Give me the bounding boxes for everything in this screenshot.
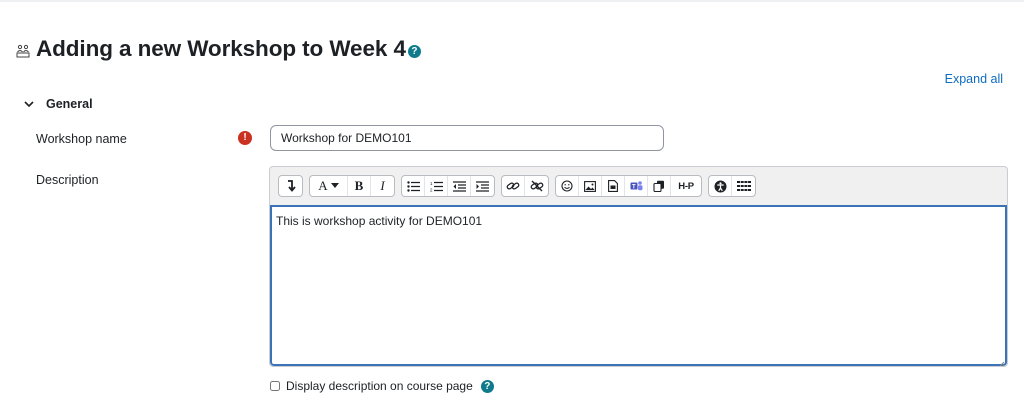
toolbar-group bbox=[278, 175, 303, 197]
page-title: Adding a new Workshop to Week 4 bbox=[36, 36, 406, 61]
image-icon[interactable] bbox=[579, 176, 602, 196]
italic-icon[interactable]: I bbox=[371, 176, 394, 196]
help-icon[interactable]: ? bbox=[407, 44, 421, 58]
font-style-label: A bbox=[318, 178, 328, 193]
h5p-icon[interactable]: H-P bbox=[671, 176, 701, 196]
indent-icon[interactable] bbox=[471, 176, 494, 196]
toolbar-group: 12 bbox=[401, 175, 495, 197]
resize-handle-icon[interactable] bbox=[997, 356, 1005, 366]
bold-label: B bbox=[354, 178, 364, 193]
section-label: General bbox=[46, 97, 93, 111]
accessibility-checker-icon[interactable] bbox=[709, 176, 732, 196]
description-textarea[interactable]: This is workshop activity for DEMO101 bbox=[270, 205, 1007, 366]
editor-toolbar: A B I 12 T H-P bbox=[270, 167, 1007, 205]
help-icon[interactable]: ? bbox=[480, 379, 494, 393]
toolbar-group: T H-P bbox=[555, 175, 702, 197]
unlink-icon[interactable] bbox=[525, 176, 548, 196]
h5p-label: H-P bbox=[678, 180, 694, 192]
unordered-list-icon[interactable] bbox=[402, 176, 425, 196]
toolbar-group: A B I bbox=[309, 175, 395, 197]
description-label: Description bbox=[36, 173, 99, 187]
bold-icon[interactable]: B bbox=[348, 176, 371, 196]
emoji-icon[interactable] bbox=[556, 176, 579, 196]
description-text: This is workshop activity for DEMO101 bbox=[276, 214, 483, 228]
required-icon: ! bbox=[238, 131, 252, 145]
workshop-activity-icon bbox=[16, 44, 30, 58]
svg-text:1: 1 bbox=[430, 181, 433, 186]
teams-icon[interactable]: T bbox=[625, 176, 648, 196]
section-toggle-general[interactable]: General bbox=[22, 97, 93, 111]
media-icon[interactable] bbox=[602, 176, 625, 196]
collapse-icon[interactable] bbox=[279, 176, 302, 196]
copy-icon[interactable] bbox=[648, 176, 671, 196]
link-icon[interactable] bbox=[502, 176, 525, 196]
svg-text:T: T bbox=[632, 184, 636, 190]
expand-all-link[interactable]: Expand all bbox=[945, 72, 1003, 86]
italic-label: I bbox=[380, 178, 385, 193]
toolbar-group bbox=[708, 175, 756, 197]
svg-text:2: 2 bbox=[430, 187, 433, 192]
workshop-name-input[interactable] bbox=[270, 125, 664, 151]
chevron-down-icon bbox=[22, 97, 36, 111]
page-header: Adding a new Workshop to Week 4 ? bbox=[16, 34, 421, 64]
top-divider bbox=[0, 0, 1024, 2]
display-description-row: Display description on course page ? bbox=[270, 379, 494, 393]
workshop-name-label: Workshop name bbox=[36, 132, 127, 146]
screen-reader-helper-icon[interactable] bbox=[732, 176, 755, 196]
display-description-label: Display description on course page bbox=[286, 379, 473, 393]
font-style-dropdown-icon[interactable]: A bbox=[310, 176, 348, 196]
ordered-list-icon[interactable]: 12 bbox=[425, 176, 448, 196]
outdent-icon[interactable] bbox=[448, 176, 471, 196]
display-description-checkbox[interactable] bbox=[270, 381, 280, 391]
toolbar-group bbox=[501, 175, 549, 197]
description-editor: A B I 12 T H-P This is workshop activity… bbox=[269, 166, 1008, 367]
